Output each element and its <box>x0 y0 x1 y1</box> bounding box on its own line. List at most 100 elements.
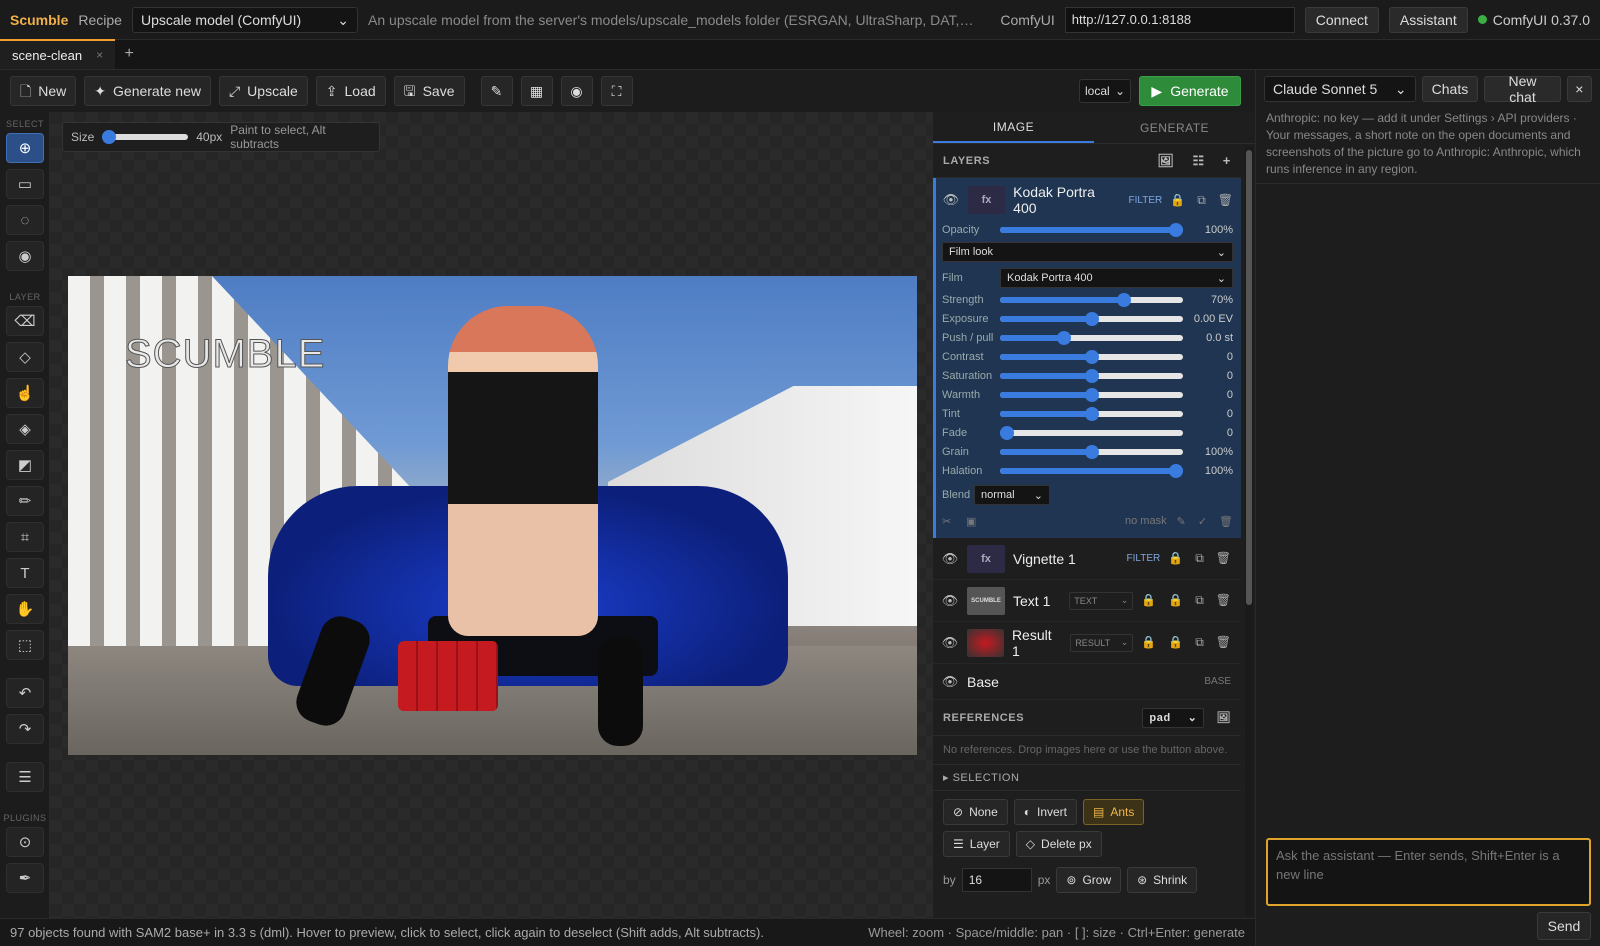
film-select[interactable]: Kodak Portra 400 ⌄ <box>1000 268 1233 288</box>
point-select-tool[interactable]: ◉ <box>6 241 44 271</box>
brush-size-knob[interactable] <box>102 130 117 144</box>
look-select[interactable]: Film look ⌄ <box>942 242 1233 262</box>
layer-name[interactable]: Text 1 <box>1013 593 1050 609</box>
visibility-eye-icon[interactable]: 👁 <box>941 593 959 609</box>
delete-pixels-button[interactable]: ◇ Delete px <box>1015 831 1102 857</box>
plugin-pen-button[interactable]: ✒ <box>6 863 44 893</box>
delete-mask-icon[interactable]: 🗑 <box>1219 515 1233 528</box>
slider-knob[interactable] <box>1084 349 1099 364</box>
trash-icon[interactable]: 🗑 <box>1216 635 1231 650</box>
lasso-tool[interactable]: ◌ <box>6 205 44 235</box>
duplicate-icon[interactable]: ⧉ <box>1197 193 1206 208</box>
rect-select-tool[interactable]: ▭ <box>6 169 44 199</box>
text-tool[interactable]: T <box>6 558 44 588</box>
references-mode-select[interactable]: pad ⌄ <box>1142 707 1205 728</box>
layers-button[interactable]: ☰ <box>6 762 44 792</box>
push-pull-slider[interactable] <box>1000 330 1183 345</box>
lock-alpha-icon[interactable]: 🔒 <box>1168 593 1183 608</box>
undo-button[interactable]: ↶ <box>6 678 44 708</box>
warmth-slider[interactable] <box>1000 387 1183 402</box>
add-reference-icon[interactable]: 🖼 <box>1216 711 1231 724</box>
smart-select-tool[interactable]: ⊕ <box>6 133 44 163</box>
chat-message-input[interactable]: Ask the assistant — Enter sends, Shift+E… <box>1266 838 1591 906</box>
select-none-button[interactable]: ⊘ None <box>943 799 1008 825</box>
slider-knob[interactable] <box>1168 463 1183 478</box>
fade-slider[interactable] <box>1000 425 1183 440</box>
brush-tool[interactable]: ⌫ <box>6 306 44 336</box>
load-button[interactable]: ⇪ Load <box>315 76 386 106</box>
invert-selection-button[interactable]: ◐ Invert <box>1013 799 1078 825</box>
tint-slider[interactable] <box>1000 406 1183 421</box>
lock-icon[interactable]: 🔒 <box>1141 635 1156 650</box>
layer-type-select[interactable]: TEXT ⌄ <box>1069 591 1134 610</box>
backend-select[interactable]: local ⌄ <box>1079 79 1131 103</box>
contrast-slider[interactable] <box>1000 349 1183 364</box>
layer-item-kodak-portra[interactable]: 👁 fx Kodak Portra 400 FILTER 🔒 ⧉ 🗑 Opaci… <box>933 178 1241 538</box>
recipe-select[interactable]: Upscale model (ComfyUI) ⌄ <box>131 6 359 33</box>
slider-knob[interactable] <box>1117 292 1132 307</box>
apply-mask-icon[interactable]: ✓ <box>1198 515 1207 528</box>
slider-knob[interactable] <box>1084 406 1099 421</box>
selection-header[interactable]: ▸ SELECTION <box>933 765 1241 791</box>
trash-icon[interactable]: 🗑 <box>1218 193 1233 208</box>
layer-name[interactable]: Kodak Portra 400 <box>1013 184 1120 216</box>
slider-knob[interactable] <box>1084 387 1099 402</box>
visibility-eye-icon[interactable]: 👁 <box>941 674 959 690</box>
selection-to-layer-button[interactable]: ☰ Layer <box>943 831 1010 857</box>
close-tab-icon[interactable]: × <box>96 48 103 62</box>
lock-icon[interactable]: 🔒 <box>1141 593 1156 608</box>
opacity-slider[interactable] <box>1000 222 1183 237</box>
pencil-tool[interactable]: ✏ <box>6 486 44 516</box>
layer-item-result[interactable]: 👁 Result 1 RESULT ⌄ 🔒 🔒 ⧉ 🗑 <box>933 622 1241 664</box>
generate-button[interactable]: ▶ Generate <box>1139 76 1241 106</box>
chats-button[interactable]: Chats <box>1421 76 1479 102</box>
duplicate-icon[interactable]: ⧉ <box>1195 551 1204 566</box>
grain-slider[interactable] <box>1000 444 1183 459</box>
scrollbar-thumb[interactable] <box>1246 150 1252 605</box>
trash-icon[interactable]: 🗑 <box>1216 593 1231 608</box>
mask-icon[interactable]: ▣ <box>966 515 976 528</box>
add-tab-button[interactable]: + <box>115 39 143 69</box>
layer-item-text[interactable]: 👁 SCUMBLE Text 1 TEXT ⌄ 🔒 🔒 ⧉ 🗑 <box>933 580 1241 622</box>
blend-select[interactable]: normal ⌄ <box>974 485 1050 505</box>
shrink-button[interactable]: ⊛ Shrink <box>1127 867 1198 893</box>
strength-slider[interactable] <box>1000 292 1183 307</box>
grow-button[interactable]: ⊚ Grow <box>1056 867 1122 893</box>
layer-type-select[interactable]: RESULT ⌄ <box>1070 633 1134 652</box>
redo-button[interactable]: ↷ <box>6 714 44 744</box>
canvas-area[interactable]: Size 40px Paint to select, Alt subtracts… <box>50 112 932 918</box>
layer-name[interactable]: Result 1 <box>1012 627 1062 659</box>
fullscreen-button[interactable]: ⛶ <box>600 76 633 106</box>
visibility-eye-icon[interactable]: 👁 <box>941 551 959 567</box>
fill-tool[interactable]: ◈ <box>6 414 44 444</box>
preview-toggle-button[interactable]: ◉ <box>560 76 593 106</box>
upscale-button[interactable]: ⤢ Upscale <box>218 76 308 106</box>
grid-toggle-button[interactable]: ▦ <box>520 76 553 106</box>
save-button[interactable]: 🖫 Save <box>393 76 465 106</box>
marching-ants-toggle[interactable]: ▤ Ants <box>1083 799 1145 825</box>
tab-image[interactable]: IMAGE <box>933 112 1094 143</box>
slider-knob[interactable] <box>1084 311 1099 326</box>
lock-icon[interactable]: 🔒 <box>1170 193 1185 208</box>
brush-size-slider[interactable] <box>102 130 189 144</box>
assistant-button[interactable]: Assistant <box>1388 6 1468 33</box>
edit-mask-icon[interactable]: ✎ <box>1177 515 1186 528</box>
duplicate-icon[interactable]: ⧉ <box>1195 635 1204 650</box>
new-button[interactable]: 🗋 New <box>10 76 77 106</box>
grow-amount-input[interactable]: 16 <box>961 868 1032 892</box>
new-chat-button[interactable]: New chat <box>1484 73 1561 105</box>
panel-scrollbar[interactable] <box>1245 146 1253 916</box>
visibility-eye-icon[interactable]: 👁 <box>941 635 959 651</box>
halation-slider[interactable] <box>1000 463 1183 478</box>
tab-generate[interactable]: GENERATE <box>1094 112 1255 143</box>
lock-icon[interactable]: 🔒 <box>1168 551 1183 566</box>
connect-button[interactable]: Connect <box>1304 6 1379 33</box>
layer-item-base[interactable]: 👁 Base BASE <box>933 664 1241 700</box>
trash-icon[interactable]: 🗑 <box>1216 551 1231 566</box>
layer-item-vignette[interactable]: 👁 fx Vignette 1 FILTER 🔒 ⧉ 🗑 <box>933 538 1241 580</box>
shape-tool[interactable]: ◩ <box>6 450 44 480</box>
visibility-eye-icon[interactable]: 👁 <box>942 192 960 208</box>
slider-knob[interactable] <box>1057 330 1072 345</box>
crop-tool[interactable]: ⌗ <box>6 522 44 552</box>
document-tab[interactable]: scene-clean × <box>0 39 116 69</box>
